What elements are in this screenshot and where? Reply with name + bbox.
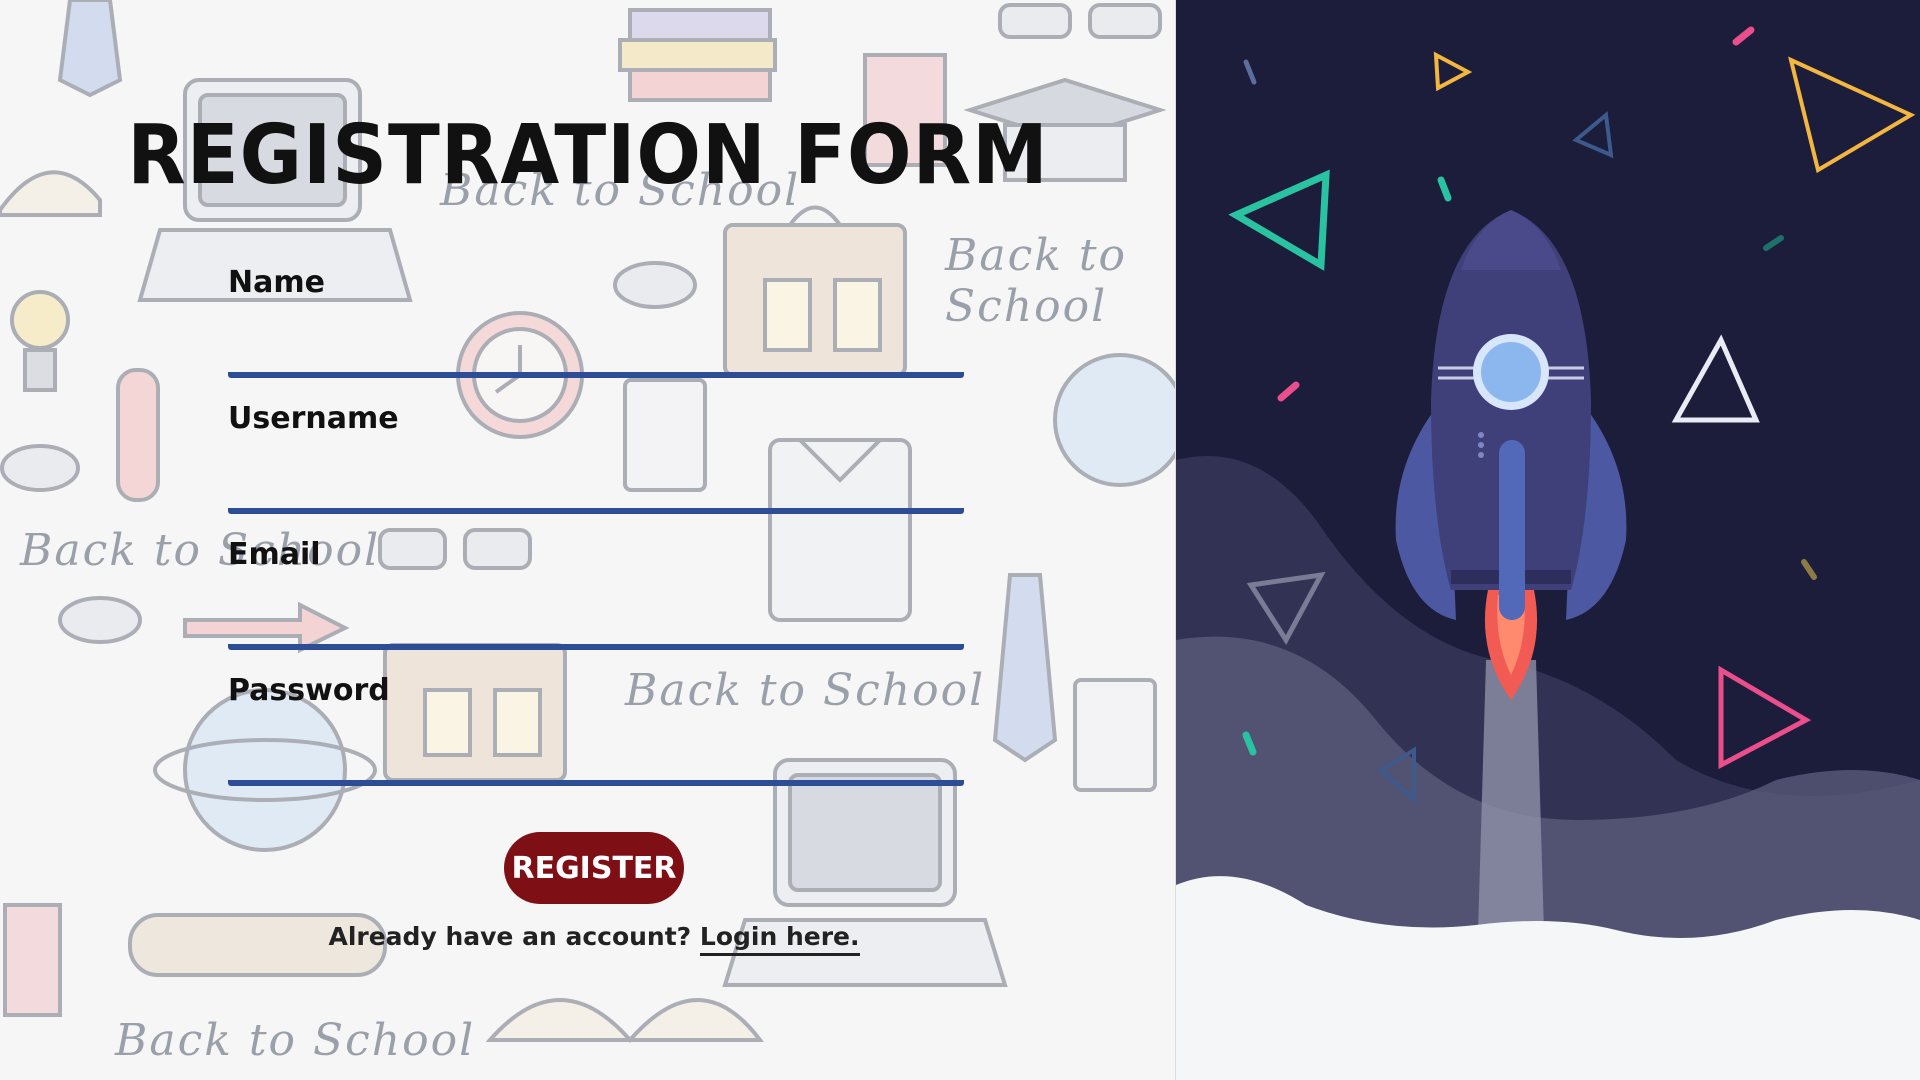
username-input[interactable] — [228, 472, 964, 514]
triangle-icon — [1718, 665, 1812, 770]
login-link[interactable]: Login here. — [699, 922, 860, 956]
name-input[interactable] — [228, 336, 964, 378]
rocket-scene — [1176, 26, 1920, 1080]
triangle-icon — [1672, 334, 1761, 423]
email-label: Email — [228, 537, 321, 572]
username-label: Username — [228, 401, 399, 436]
doodle-caption: Back to School — [945, 230, 1128, 332]
username-field-group: Username — [228, 401, 964, 514]
register-button[interactable]: REGISTER — [504, 832, 684, 904]
form-title: Registration Form — [127, 106, 1049, 203]
books-doodle — [618, 8, 777, 102]
test-tube-doodle — [116, 368, 160, 502]
name-label: Name — [228, 265, 325, 300]
doodle-caption: Back to School — [115, 1015, 476, 1066]
email-field-group: Email — [228, 537, 964, 650]
triangle-icon — [1434, 51, 1473, 92]
password-field-group: Password — [228, 673, 964, 786]
form-panel: Back to School Back to School Back to Sc… — [0, 0, 1177, 1080]
triangle-icon — [1572, 111, 1614, 159]
bulb-doodle — [10, 290, 70, 392]
login-prompt: Already have an account? Login here. — [0, 922, 1175, 956]
triangle-icon — [1788, 56, 1916, 174]
registration-page: Back to School Back to School Back to Sc… — [0, 0, 1920, 1080]
password-input[interactable] — [228, 744, 964, 786]
email-input[interactable] — [228, 608, 964, 650]
password-label: Password — [228, 673, 390, 708]
account-prompt-text: Already have an account? — [328, 922, 692, 951]
name-field-group: Name — [228, 265, 964, 378]
rocket-illustration-panel — [1176, 0, 1920, 1080]
triangle-icon — [1228, 169, 1331, 271]
